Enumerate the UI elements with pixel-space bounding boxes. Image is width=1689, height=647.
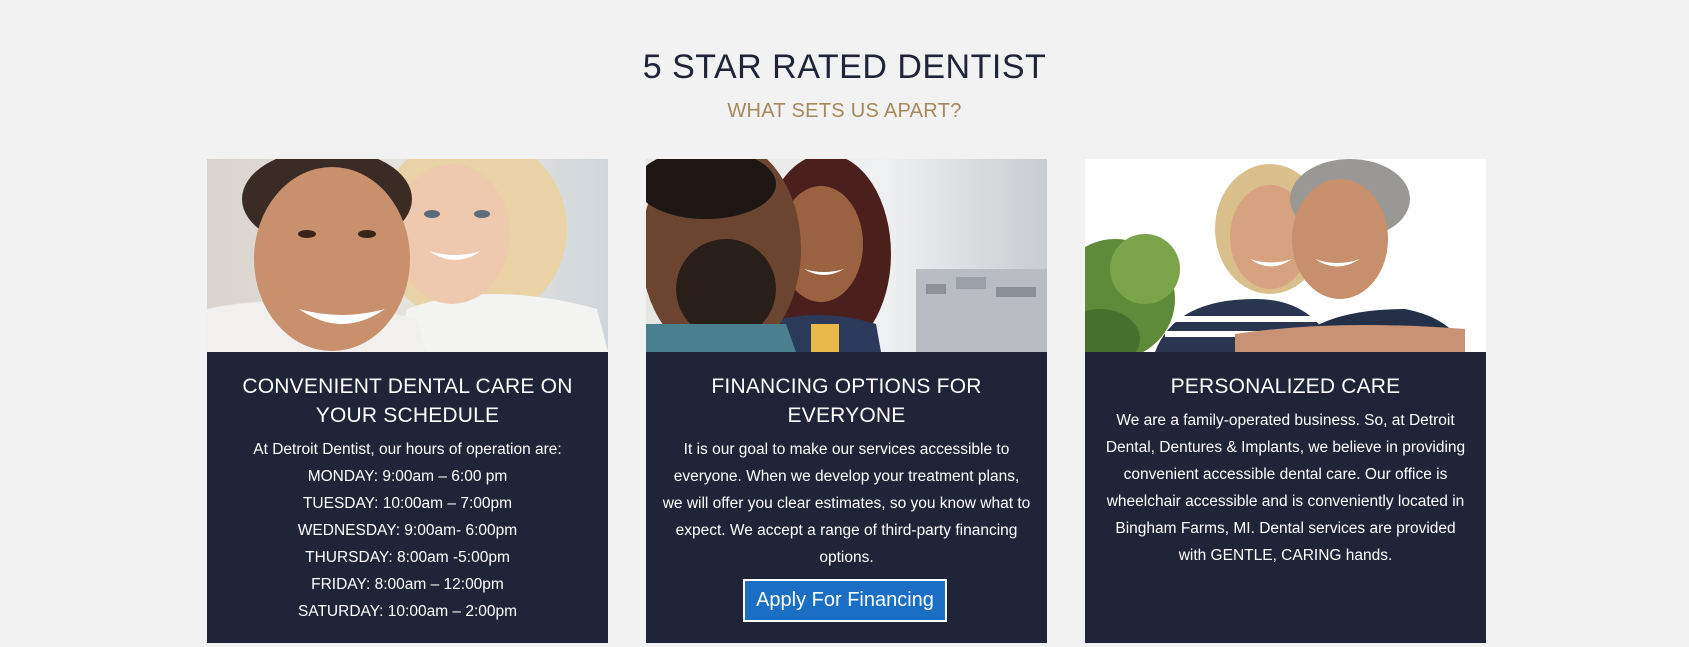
hours-monday: MONDAY: 9:00am – 6:00 pm [307,468,508,485]
hours-thursday: THURSDAY: 8:00am -5:00pm [305,549,510,566]
hours-friday: FRIDAY: 8:00am – 12:00pm [311,576,504,593]
hours-intro: At Detroit Dentist, our hours of operati… [253,441,562,458]
hours-saturday: SATURDAY: 10:00am – 2:00pm [297,603,518,620]
hours-tuesday: TUESDAY: 10:00am – 7:00pm [302,495,513,512]
couple-smiling-photo [207,159,608,352]
older-couple-hugging-photo [1085,159,1486,352]
financing-description: It is our goal to make our services acce… [662,441,1031,566]
hours-card: CONVENIENT DENTAL CARE ON YOUR SCHEDULE … [207,159,608,643]
section-subtitle: WHAT SETS US APART? [727,100,962,122]
personalized-care-description: We are a family-operated business. So, a… [1105,412,1466,564]
card-title: FINANCING OPTIONS FOR EVERYONE [711,375,982,427]
card-title: PERSONALIZED CARE [1170,375,1401,398]
apply-financing-button[interactable]: Apply For Financing [743,579,947,622]
young-couple-photo [646,159,1047,352]
card-title: CONVENIENT DENTAL CARE ON YOUR SCHEDULE [242,375,573,427]
section-title: 5 STAR RATED DENTIST [642,48,1047,86]
personalized-care-card: PERSONALIZED CARE We are a family-operat… [1085,159,1486,643]
financing-card: FINANCING OPTIONS FOR EVERYONE It is our… [646,159,1047,643]
hours-wednesday: WEDNESDAY: 9:00am- 6:00pm [297,522,518,539]
